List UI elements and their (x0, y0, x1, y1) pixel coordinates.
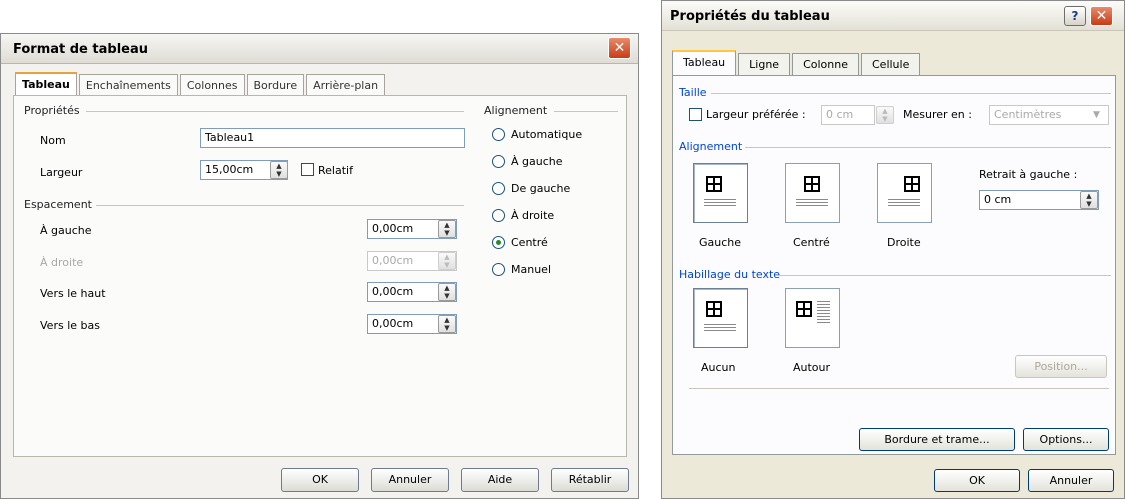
options-button[interactable]: Options... (1023, 428, 1109, 451)
align-right-radio[interactable] (492, 209, 505, 222)
preferred-width-checkbox[interactable] (689, 108, 702, 121)
divider (745, 147, 1111, 148)
align-center-radio[interactable] (492, 236, 505, 249)
tab-strip: Tableau Enchaînements Colonnes Bordure A… (15, 72, 387, 96)
tab-enchainements[interactable]: Enchaînements (78, 74, 178, 96)
align-left-button[interactable] (693, 163, 748, 223)
close-icon[interactable]: ✕ (608, 37, 631, 59)
tab-ligne[interactable]: Ligne (738, 53, 791, 75)
tab-cellule[interactable]: Cellule (861, 53, 921, 75)
align-left-label: À gauche (511, 155, 563, 168)
align-right-button[interactable] (877, 163, 932, 223)
align-center-label: Centré (511, 236, 548, 249)
width-spin-icon[interactable]: ▲ ▼ (270, 161, 288, 179)
name-input[interactable]: Tableau1 (200, 128, 465, 148)
align-manual-label: Manuel (511, 263, 551, 276)
spacing-top-spin-icon[interactable]: ▲ ▼ (438, 283, 456, 301)
align-left-label: Gauche (699, 236, 742, 249)
dialog-title: Format de tableau (13, 42, 148, 57)
help-button[interactable]: Aide (461, 468, 539, 492)
align-center-label: Centré (793, 236, 830, 249)
tab-panel-tableau: Taille Largeur préférée : 0 cm ▲ ▼ Mesure… (672, 75, 1116, 455)
tab-strip: Tableau Ligne Colonne Cellule (672, 50, 922, 75)
help-icon[interactable]: ? (1064, 6, 1086, 26)
spacing-heading: Espacement (24, 198, 92, 211)
measure-in-label: Mesurer en : (903, 108, 972, 121)
close-icon[interactable]: ✕ (1090, 6, 1113, 26)
measure-in-select: Centimètres (989, 105, 1109, 125)
size-heading: Taille (679, 86, 707, 99)
ok-button[interactable]: OK (934, 469, 1020, 492)
text-lines-icon (817, 301, 830, 325)
align-right-label: À droite (511, 209, 555, 222)
spacing-top-label: Vers le haut (40, 287, 106, 300)
divider (86, 111, 464, 112)
align-manual-radio[interactable] (492, 263, 505, 276)
tab-colonnes[interactable]: Colonnes (179, 74, 245, 96)
dialog-title: Propriétés du tableau (670, 9, 830, 24)
text-lines-icon (704, 199, 736, 208)
wrap-around-button[interactable] (785, 288, 840, 348)
name-label: Nom (40, 134, 66, 147)
spacing-bottom-spin-icon[interactable]: ▲ ▼ (438, 315, 456, 333)
align-right-label: Droite (887, 236, 921, 249)
text-lines-icon (704, 324, 736, 333)
wrap-around-icon (796, 301, 812, 317)
align-from-left-radio[interactable] (492, 182, 505, 195)
table-align-right-icon (904, 176, 920, 192)
width-label: Largeur (40, 166, 83, 179)
tab-arriere-plan[interactable]: Arrière-plan (306, 74, 386, 96)
spacing-right-label: À droite (40, 256, 84, 269)
tab-bordure[interactable]: Bordure (246, 74, 305, 96)
table-align-left-icon (706, 176, 722, 192)
tab-tableau[interactable]: Tableau (672, 50, 737, 75)
preferred-width-input: 0 cm (821, 105, 875, 125)
table-properties-dialog: Propriétés du tableau ? ✕ Tableau Ligne … (661, 0, 1125, 499)
tab-tableau[interactable]: Tableau (15, 72, 77, 96)
text-lines-icon (888, 199, 920, 208)
align-auto-label: Automatique (511, 128, 583, 141)
spacing-left-label: À gauche (40, 224, 92, 237)
text-lines-icon (796, 199, 828, 208)
alignment-heading: Alignement (679, 140, 743, 153)
align-auto-radio[interactable] (492, 128, 505, 141)
spacing-bottom-label: Vers le bas (40, 319, 100, 332)
cancel-button[interactable]: Annuler (1028, 469, 1114, 492)
cancel-button[interactable]: Annuler (371, 468, 449, 492)
align-left-radio[interactable] (492, 155, 505, 168)
reset-button[interactable]: Rétablir (551, 468, 629, 492)
properties-heading: Propriétés (24, 104, 80, 117)
relative-label: Relatif (318, 164, 353, 177)
ok-button[interactable]: OK (281, 468, 359, 492)
indent-left-spin-icon[interactable]: ▲ ▼ (1080, 191, 1098, 209)
divider (96, 205, 464, 206)
wrap-none-label: Aucun (701, 361, 736, 374)
position-button: Position... (1015, 355, 1107, 378)
spacing-left-spin-icon[interactable]: ▲ ▼ (438, 220, 456, 238)
borders-shading-button[interactable]: Bordure et trame... (859, 428, 1015, 451)
tab-colonne[interactable]: Colonne (792, 53, 859, 75)
wrap-around-label: Autour (793, 361, 831, 374)
relative-checkbox[interactable] (301, 163, 314, 176)
chevron-down-icon: ▼ (1093, 110, 1100, 120)
align-from-left-label: De gauche (511, 182, 571, 195)
divider (554, 111, 618, 112)
dialog-title-bar[interactable]: Propriétés du tableau ? ✕ (662, 1, 1124, 31)
tab-panel-tableau: Propriétés Nom Tableau1 Largeur 15,00cm … (13, 95, 627, 457)
divider (777, 275, 1111, 276)
divider (711, 93, 1111, 94)
preferred-width-spin-icon: ▲ ▼ (876, 106, 894, 124)
dialog-title-bar[interactable]: Format de tableau ✕ (1, 34, 638, 64)
wrap-none-button[interactable] (693, 288, 748, 348)
wrapping-heading: Habillage du texte (679, 268, 781, 281)
align-center-button[interactable] (785, 163, 840, 223)
spacing-right-spin-icon: ▲ ▼ (438, 252, 456, 270)
divider (689, 388, 1109, 389)
wrap-none-icon (706, 301, 722, 317)
table-align-center-icon (804, 176, 820, 192)
preferred-width-label: Largeur préférée : (706, 108, 806, 121)
indent-left-label: Retrait à gauche : (979, 168, 1078, 181)
format-table-dialog: Format de tableau ✕ Tableau Enchaînement… (0, 33, 639, 499)
alignment-heading: Alignement (484, 104, 548, 117)
